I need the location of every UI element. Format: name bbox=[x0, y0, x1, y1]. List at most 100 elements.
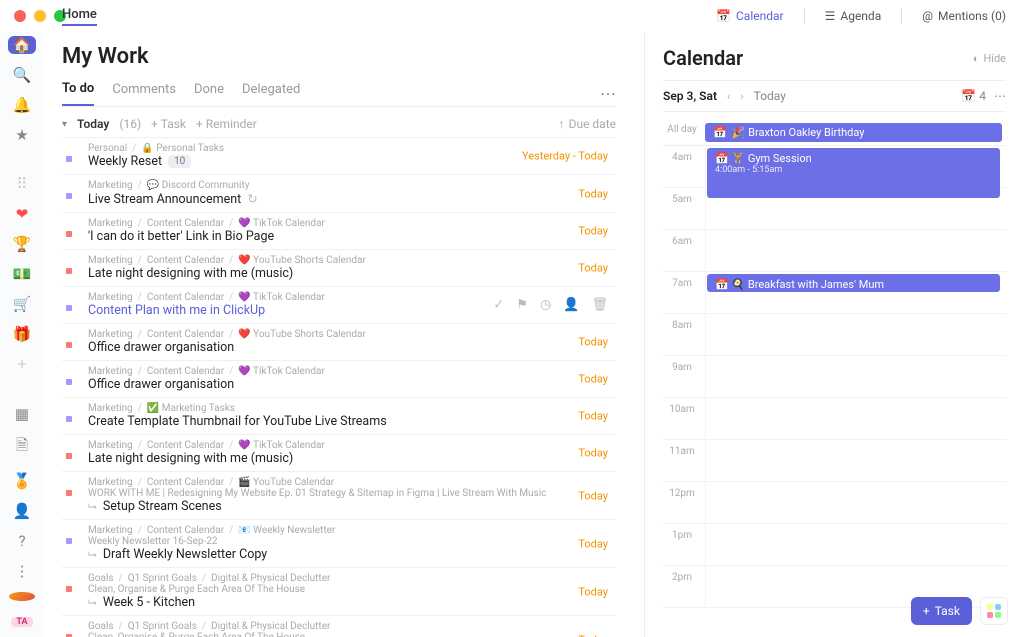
next-day-icon[interactable]: › bbox=[740, 90, 743, 103]
invite-icon[interactable]: 👤 bbox=[8, 502, 36, 520]
hour-row[interactable]: 1pm bbox=[663, 524, 1006, 566]
complete-icon[interactable]: ✓ bbox=[493, 298, 504, 313]
agenda-tab[interactable]: ☰ Agenda bbox=[825, 9, 882, 23]
subtask-icon: ⮡ bbox=[88, 548, 97, 562]
search-icon[interactable]: 🔍 bbox=[8, 66, 36, 84]
status-dot[interactable] bbox=[66, 490, 72, 496]
task-due-date[interactable]: Today bbox=[578, 585, 608, 598]
status-dot[interactable] bbox=[66, 231, 72, 237]
collapse-icon[interactable]: ▾ bbox=[62, 119, 67, 130]
hour-slot[interactable] bbox=[705, 314, 1006, 355]
trophy-icon[interactable]: 🏆 bbox=[8, 235, 36, 253]
breadcrumb[interactable]: Home bbox=[62, 7, 97, 26]
hour-row[interactable]: 10am bbox=[663, 398, 1006, 440]
tab-delegated[interactable]: Delegated bbox=[242, 82, 300, 105]
task-due-date[interactable]: Today bbox=[578, 410, 608, 423]
status-dot[interactable] bbox=[66, 453, 72, 459]
hour-row[interactable]: 11am bbox=[663, 440, 1006, 482]
mentions-button[interactable]: @ Mentions (0) bbox=[922, 9, 1006, 23]
task-row[interactable]: Marketing/Content Calendar/💜 TikTok Cale… bbox=[62, 286, 616, 323]
allday-event[interactable]: 📅 🎉 Braxton Oakley Birthday bbox=[705, 123, 1002, 142]
hour-row[interactable]: 8am bbox=[663, 314, 1006, 356]
tab-done[interactable]: Done bbox=[194, 82, 224, 105]
hour-slot[interactable] bbox=[705, 482, 1006, 523]
task-row[interactable]: Marketing/💬 Discord CommunityLive Stream… bbox=[62, 174, 616, 212]
status-dot[interactable] bbox=[66, 342, 72, 348]
apps-icon[interactable]: ▦ bbox=[8, 405, 36, 423]
task-row[interactable]: Goals/Q1 Sprint Goals/Digital & Physical… bbox=[62, 615, 616, 637]
hour-row[interactable]: 12pm bbox=[663, 482, 1006, 524]
hour-slot[interactable] bbox=[705, 356, 1006, 397]
status-dot[interactable] bbox=[66, 379, 72, 385]
hour-slot[interactable] bbox=[705, 398, 1006, 439]
task-due-date[interactable]: Today bbox=[578, 225, 608, 238]
task-row[interactable]: Goals/Q1 Sprint Goals/Digital & Physical… bbox=[62, 567, 616, 615]
task-due-date[interactable]: Today bbox=[578, 447, 608, 460]
hour-row[interactable]: 9am bbox=[663, 356, 1006, 398]
tab-todo[interactable]: To do bbox=[62, 81, 94, 106]
hour-slot[interactable] bbox=[705, 440, 1006, 481]
goals-icon[interactable]: 🏅 bbox=[8, 472, 36, 490]
status-dot[interactable] bbox=[66, 538, 72, 544]
task-due-date[interactable]: Today bbox=[578, 537, 608, 550]
prev-day-icon[interactable]: ‹ bbox=[727, 90, 730, 103]
hour-slot[interactable] bbox=[705, 230, 1006, 271]
hide-calendar-button[interactable]: ◐ Hide bbox=[973, 52, 1006, 65]
task-row[interactable]: Marketing/Content Calendar/💜 TikTok Cale… bbox=[62, 360, 616, 397]
calendar-event[interactable]: 📅 🏋 Gym Session4:00am - 5:15am bbox=[707, 148, 1000, 198]
task-due-date[interactable]: Today bbox=[578, 336, 608, 349]
task-row[interactable]: Marketing/Content Calendar/❤️ YouTube Sh… bbox=[62, 249, 616, 286]
calendar-event[interactable]: 📅 🍳 Breakfast with James' Mum bbox=[707, 274, 1000, 292]
delete-icon[interactable]: 🗑 bbox=[591, 298, 608, 313]
status-dot[interactable] bbox=[66, 193, 72, 199]
task-due-date[interactable]: Today bbox=[578, 633, 608, 637]
status-dot[interactable] bbox=[66, 416, 72, 422]
close-window-button[interactable] bbox=[14, 10, 26, 22]
time-icon[interactable]: ◷ bbox=[540, 298, 551, 313]
health-icon[interactable]: ❤ bbox=[8, 205, 36, 223]
assignee-icon[interactable]: 👤 bbox=[563, 298, 579, 313]
cart-icon[interactable]: 🛒 bbox=[8, 295, 36, 313]
notifications-icon[interactable]: 🔔 bbox=[8, 96, 36, 114]
tabs-more-icon[interactable]: ⋯ bbox=[600, 84, 616, 103]
task-due-date[interactable]: Today bbox=[578, 262, 608, 275]
task-row[interactable]: Personal/🔒 Personal TasksWeekly Reset10Y… bbox=[62, 137, 616, 174]
status-dot[interactable] bbox=[66, 305, 72, 311]
workspace-avatar[interactable]: TA bbox=[11, 617, 33, 627]
drag-handle-icon[interactable]: ⠿ bbox=[8, 175, 36, 193]
task-row[interactable]: Marketing/Content Calendar/❤️ YouTube Sh… bbox=[62, 323, 616, 360]
hour-slot[interactable] bbox=[705, 524, 1006, 565]
help-icon[interactable]: ? bbox=[8, 532, 36, 550]
status-dot[interactable] bbox=[66, 156, 72, 162]
status-dot[interactable] bbox=[66, 586, 72, 592]
due-date-sort[interactable]: ↑ Due date bbox=[559, 117, 616, 131]
calendar-tab[interactable]: 📅 Calendar bbox=[716, 9, 784, 23]
task-due-date[interactable]: Today bbox=[578, 489, 608, 502]
today-link[interactable]: Today bbox=[754, 89, 786, 103]
status-dot[interactable] bbox=[66, 268, 72, 274]
add-space-icon[interactable]: + bbox=[8, 355, 36, 373]
add-reminder-link[interactable]: + Reminder bbox=[196, 117, 257, 131]
user-avatar[interactable] bbox=[9, 592, 35, 601]
task-row[interactable]: Marketing/Content Calendar/📧 Weekly News… bbox=[62, 519, 616, 567]
more-icon[interactable]: ⋮ bbox=[8, 562, 36, 580]
favorites-icon[interactable]: ★ bbox=[8, 126, 36, 144]
quick-apps-button[interactable] bbox=[980, 597, 1008, 625]
task-due-date[interactable]: Yesterday - Today bbox=[522, 150, 608, 163]
add-task-link[interactable]: + Task bbox=[151, 117, 186, 131]
task-row[interactable]: Marketing/✅ Marketing TasksCreate Templa… bbox=[62, 397, 616, 434]
hour-row[interactable]: 6am bbox=[663, 230, 1006, 272]
flag-icon[interactable]: ⚑ bbox=[516, 298, 528, 313]
gift-icon[interactable]: 🎁 bbox=[8, 325, 36, 343]
task-row[interactable]: Marketing/Content Calendar/💜 TikTok Cale… bbox=[62, 434, 616, 471]
new-task-button[interactable]: + Task bbox=[911, 597, 972, 625]
calendar-more-icon[interactable]: ⋯ bbox=[994, 89, 1006, 103]
task-row[interactable]: Marketing/Content Calendar/🎬 YouTube Cal… bbox=[62, 471, 616, 519]
money-icon[interactable]: 💵 bbox=[8, 265, 36, 283]
home-icon[interactable]: 🏠 bbox=[8, 36, 36, 54]
docs-icon[interactable]: 🗎 bbox=[8, 435, 36, 460]
task-due-date[interactable]: Today bbox=[578, 373, 608, 386]
task-due-date[interactable]: Today bbox=[578, 187, 608, 200]
task-row[interactable]: Marketing/Content Calendar/💜 TikTok Cale… bbox=[62, 212, 616, 249]
tab-comments[interactable]: Comments bbox=[112, 82, 176, 105]
